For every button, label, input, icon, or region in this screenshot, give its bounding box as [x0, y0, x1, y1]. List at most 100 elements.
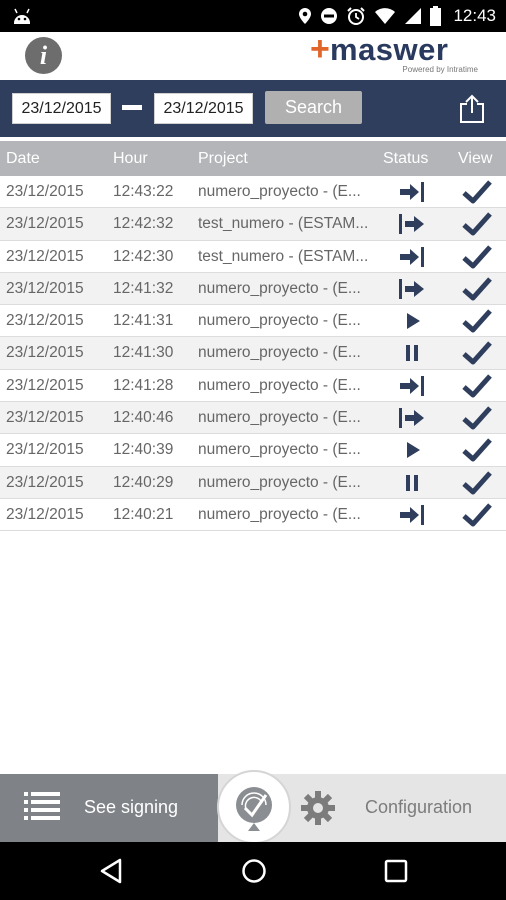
- table-row[interactable]: 23/12/2015 12:40:29 numero_proyecto - (E..…: [0, 466, 506, 499]
- row-project: numero_proyecto - (E...: [198, 312, 361, 330]
- view-check-icon[interactable]: [462, 308, 492, 334]
- search-button[interactable]: Search: [265, 91, 362, 124]
- row-date: 23/12/2015: [6, 279, 84, 297]
- date-to-field[interactable]: 23/12/2015: [154, 93, 253, 124]
- info-icon: i: [39, 40, 48, 70]
- row-project: test_numero - (ESTAM...: [198, 215, 369, 233]
- play-icon: [398, 309, 426, 333]
- logo-tagline: Powered by Intratime: [402, 65, 478, 74]
- view-check-icon[interactable]: [462, 244, 492, 270]
- row-hour: 12:40:21: [113, 505, 174, 523]
- table-row[interactable]: 23/12/2015 12:42:30 test_numero - (ESTAM..…: [0, 241, 506, 273]
- row-project: numero_proyecto - (E...: [198, 505, 361, 523]
- info-button[interactable]: i: [25, 37, 62, 74]
- sign-button[interactable]: [217, 770, 291, 844]
- table-row[interactable]: 23/12/2015 12:43:22 numero_proyecto - (E..…: [0, 176, 506, 209]
- system-nav-bar: [0, 842, 506, 900]
- pause-icon: [398, 471, 426, 495]
- table-row[interactable]: 23/12/2015 12:41:31 numero_proyecto - (E..…: [0, 305, 506, 338]
- view-check-icon[interactable]: [462, 179, 492, 205]
- row-date: 23/12/2015: [6, 376, 84, 394]
- do-not-disturb-icon: [321, 8, 338, 24]
- location-icon: [299, 8, 312, 24]
- row-project: numero_proyecto - (E...: [198, 183, 361, 200]
- app-root: 12:43 i + maswer Powered by Intratime 23…: [0, 0, 506, 900]
- row-date: 23/12/2015: [6, 215, 84, 233]
- row-date: 23/12/2015: [6, 473, 84, 491]
- row-project: numero_proyecto - (E...: [198, 279, 361, 297]
- exit-icon: [398, 245, 426, 269]
- row-project: test_numero - (ESTAM...: [198, 247, 369, 265]
- row-project: numero_proyecto - (E...: [198, 344, 361, 362]
- row-date: 23/12/2015: [6, 441, 84, 459]
- row-hour: 12:41:31: [113, 312, 174, 330]
- configuration-label[interactable]: Configuration: [365, 797, 472, 818]
- column-date: Date: [6, 150, 40, 167]
- fingerprint-check-icon: [236, 787, 272, 831]
- row-date: 23/12/2015: [6, 312, 84, 330]
- table-row[interactable]: 23/12/2015 12:40:39 numero_proyecto - (E..…: [0, 434, 506, 467]
- back-icon[interactable]: [98, 857, 126, 885]
- row-hour: 12:41:28: [113, 376, 174, 394]
- status-icons: 12:43: [298, 0, 496, 32]
- row-hour: 12:40:46: [113, 409, 174, 427]
- table-row[interactable]: 23/12/2015 12:41:28 numero_proyecto - (E..…: [0, 370, 506, 403]
- row-hour: 12:41:32: [113, 279, 174, 297]
- table-row[interactable]: 23/12/2015 12:42:32 test_numero - (ESTAM..…: [0, 208, 506, 241]
- bottom-navigation: See signing Configuration: [0, 770, 506, 844]
- enter-icon: [398, 406, 426, 430]
- table-row[interactable]: 23/12/2015 12:41:30 numero_proyecto - (E..…: [0, 337, 506, 370]
- row-project: numero_proyecto - (E...: [198, 409, 361, 427]
- search-bar: 23/12/2015 23/12/2015 Search: [0, 80, 506, 137]
- status-time: 12:43: [453, 6, 496, 25]
- view-check-icon[interactable]: [462, 340, 492, 366]
- view-check-icon[interactable]: [462, 437, 492, 463]
- table-row[interactable]: 23/12/2015 12:40:21 numero_proyecto - (E..…: [0, 499, 506, 532]
- battery-icon: [430, 6, 442, 26]
- enter-icon: [398, 212, 426, 236]
- row-hour: 12:42:32: [113, 215, 174, 233]
- row-date: 23/12/2015: [6, 409, 84, 427]
- see-signing-label: See signing: [84, 797, 179, 817]
- alarm-icon: [347, 7, 366, 25]
- android-icon: [14, 8, 30, 24]
- row-date: 23/12/2015: [6, 247, 84, 265]
- date-range-separator: [122, 105, 142, 110]
- row-hour: 12:41:30: [113, 344, 174, 362]
- row-date: 23/12/2015: [6, 183, 84, 200]
- row-hour: 12:40:29: [113, 473, 174, 491]
- row-date: 23/12/2015: [6, 505, 84, 523]
- signal-icon: [405, 8, 422, 24]
- masswer-logo: + maswer Powered by Intratime: [310, 30, 480, 78]
- view-check-icon[interactable]: [462, 373, 492, 399]
- column-status: Status: [383, 150, 429, 167]
- row-hour: 12:42:30: [113, 247, 174, 265]
- share-icon[interactable]: [458, 94, 486, 124]
- app-header: i + maswer Powered by Intratime: [0, 30, 506, 80]
- status-bar: 12:43: [0, 0, 506, 32]
- pause-icon: [398, 341, 426, 365]
- row-date: 23/12/2015: [6, 344, 84, 362]
- view-check-icon[interactable]: [462, 211, 492, 237]
- exit-icon: [398, 374, 426, 398]
- column-project: Project: [198, 150, 248, 167]
- row-hour: 12:40:39: [113, 441, 174, 459]
- date-from-field[interactable]: 23/12/2015: [12, 93, 111, 124]
- gear-icon[interactable]: [300, 790, 336, 826]
- table-row[interactable]: 23/12/2015 12:41:32 numero_proyecto - (E..…: [0, 272, 506, 306]
- view-check-icon[interactable]: [462, 405, 492, 431]
- row-project: numero_proyecto - (E...: [198, 441, 361, 459]
- view-check-icon[interactable]: [462, 276, 492, 302]
- recents-icon[interactable]: [382, 857, 410, 885]
- view-check-icon[interactable]: [462, 470, 492, 496]
- wifi-icon: [375, 8, 396, 24]
- home-icon[interactable]: [240, 857, 268, 885]
- table-header: Date Hour Project Status View: [0, 141, 506, 176]
- row-project: numero_proyecto - (E...: [198, 376, 361, 394]
- enter-icon: [398, 277, 426, 301]
- row-project: numero_proyecto - (E...: [198, 473, 361, 491]
- exit-icon: [398, 180, 426, 204]
- see-signing-tab[interactable]: See signing: [0, 774, 218, 842]
- table-row[interactable]: 23/12/2015 12:40:46 numero_proyecto - (E..…: [0, 402, 506, 435]
- view-check-icon[interactable]: [462, 502, 492, 528]
